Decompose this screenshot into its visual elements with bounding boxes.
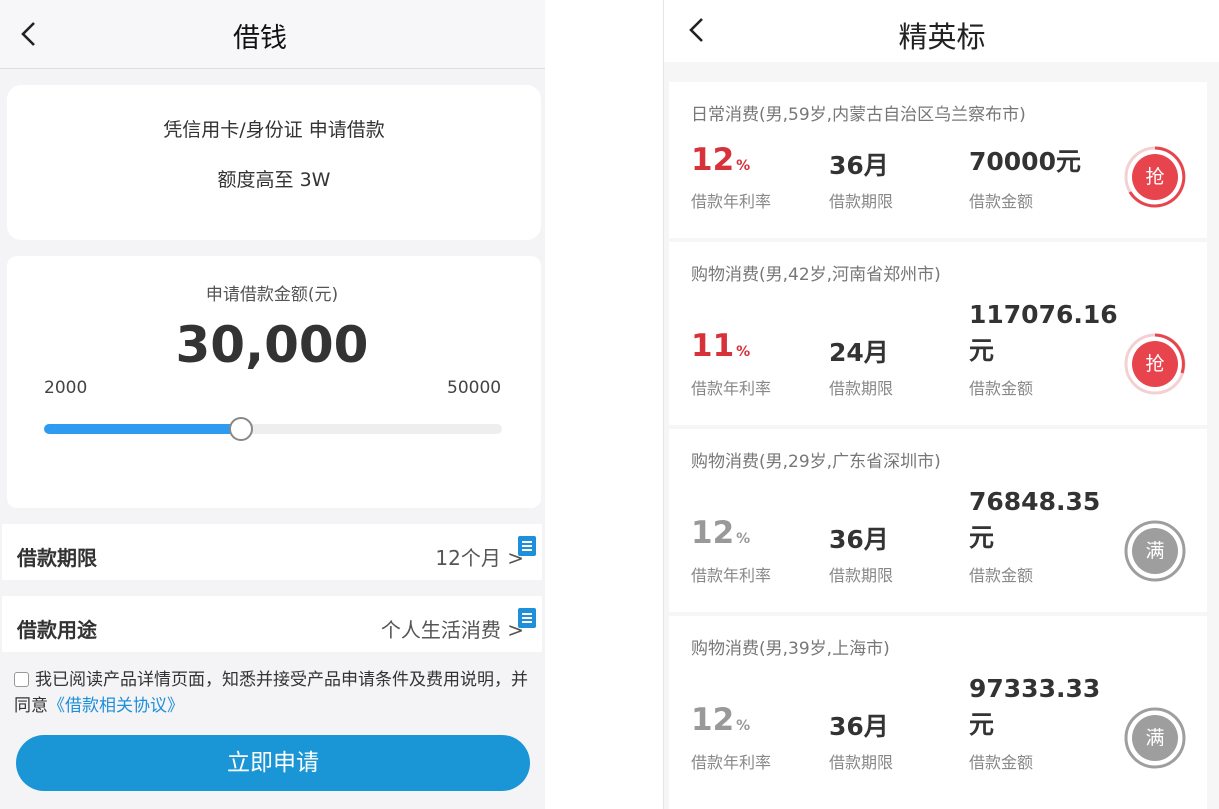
rate-value: 12 [691,702,735,738]
rate-caption: 借款年利率 [691,566,772,585]
page-title: 借钱 [233,23,287,54]
item-category: 购物消费(男,29岁,广东省深圳市) [691,452,941,472]
amount-slider[interactable] [44,417,502,441]
amount-caption: 借款金额 [969,379,1034,398]
list-item[interactable]: 购物消费(男,42岁,河南省郑州市) 11% 24月 117076.16元 借款… [669,242,1207,425]
item-rate: 12% [691,142,750,178]
item-category: 购物消费(男,42岁,河南省郑州市) [691,265,941,285]
amount-min: 2000 [44,378,88,398]
slider-fill [44,424,241,434]
rate-caption: 借款年利率 [691,192,772,211]
rate-unit: % [736,158,751,174]
list-item[interactable]: 日常消费(男,59岁,内蒙古自治区乌兰察布市) 12% 36月 70000元 借… [669,82,1207,238]
list-item[interactable]: 购物消费(男,29岁,广东省深圳市) 12% 36月 76848.35元 借款年… [669,429,1207,612]
agreement-link[interactable]: 《借款相关协议》 [48,696,184,716]
item-term: 24月 [829,338,889,367]
item-amount: 76848.35元 [969,487,1101,552]
item-rate: 12% [691,515,750,551]
nav-bar: 精英标 [664,0,1219,62]
rate-value: 12 [691,142,735,178]
full-button[interactable]: 满 [1124,520,1186,582]
term-label: 借款期限 [17,546,97,570]
rate-unit: % [736,531,751,547]
full-label: 满 [1132,715,1178,761]
amount-card: 申请借款金额(元) 30,000 2000 50000 [7,256,541,508]
rate-caption: 借款年利率 [691,753,772,772]
amount-value: 30,000 [175,316,369,374]
amount-max: 50000 [447,378,502,398]
rate-unit: % [736,344,751,360]
item-rate: 11% [691,328,750,364]
item-category: 日常消费(男,59岁,内蒙古自治区乌兰察布市) [691,105,1026,125]
full-button[interactable]: 满 [1124,707,1186,769]
list-icon [518,608,536,628]
list-item[interactable]: 购物消费(男,39岁,上海市) 12% 36月 97333.33元 借款年利率 … [669,616,1207,809]
item-term: 36月 [829,525,889,554]
list-icon [518,536,536,556]
item-amount: 97333.33元 [969,674,1101,739]
page-title: 精英标 [898,20,986,54]
term-caption: 借款期限 [829,753,894,772]
term-caption: 借款期限 [829,192,894,211]
intro-line-1: 凭信用卡/身份证 申请借款 [163,119,385,141]
amount-label: 申请借款金额(元) [205,285,339,305]
purpose-value: 个人生活消费 > [380,618,524,642]
borrow-screen: 借钱 凭信用卡/身份证 申请借款 额度高至 3W 申请借款金额(元) 30,00… [0,0,545,809]
slider-thumb[interactable] [228,417,253,441]
item-category: 购物消费(男,39岁,上海市) [691,639,890,659]
grab-label: 抢 [1132,341,1178,387]
nav-bar: 借钱 [0,0,545,69]
intro-line-2: 额度高至 3W [217,169,331,191]
rate-unit: % [736,718,751,734]
grab-button[interactable]: 抢 [1124,333,1186,395]
rate-value: 11 [691,328,735,364]
elite-list-screen: 精英标 日常消费(男,59岁,内蒙古自治区乌兰察布市) 12% 36月 7000… [663,0,1219,809]
agreement: 我已阅读产品详情页面，知悉并接受产品申请条件及费用说明，并同意《借款相关协议》 [14,667,534,719]
item-term: 36月 [829,712,889,741]
intro-card: 凭信用卡/身份证 申请借款 额度高至 3W [7,85,541,240]
amount-caption: 借款金额 [969,192,1034,211]
grab-label: 抢 [1132,154,1178,200]
item-term: 36月 [829,151,889,180]
term-row[interactable]: 借款期限 12个月 > [2,524,542,580]
rate-value: 12 [691,515,735,551]
item-amount: 117076.16元 [969,300,1118,365]
amount-caption: 借款金额 [969,566,1034,585]
apply-button[interactable]: 立即申请 [16,735,530,791]
term-caption: 借款期限 [829,566,894,585]
agree-checkbox[interactable] [14,672,29,687]
divider-gap [545,0,663,809]
item-amount: 70000元 [969,147,1081,176]
full-label: 满 [1132,528,1178,574]
item-rate: 12% [691,702,750,738]
term-caption: 借款期限 [829,379,894,398]
term-value: 12个月 > [435,546,524,570]
grab-button[interactable]: 抢 [1124,146,1186,208]
purpose-row[interactable]: 借款用途 个人生活消费 > [2,596,542,652]
rate-caption: 借款年利率 [691,379,772,398]
amount-caption: 借款金额 [969,753,1034,772]
purpose-label: 借款用途 [17,618,97,642]
